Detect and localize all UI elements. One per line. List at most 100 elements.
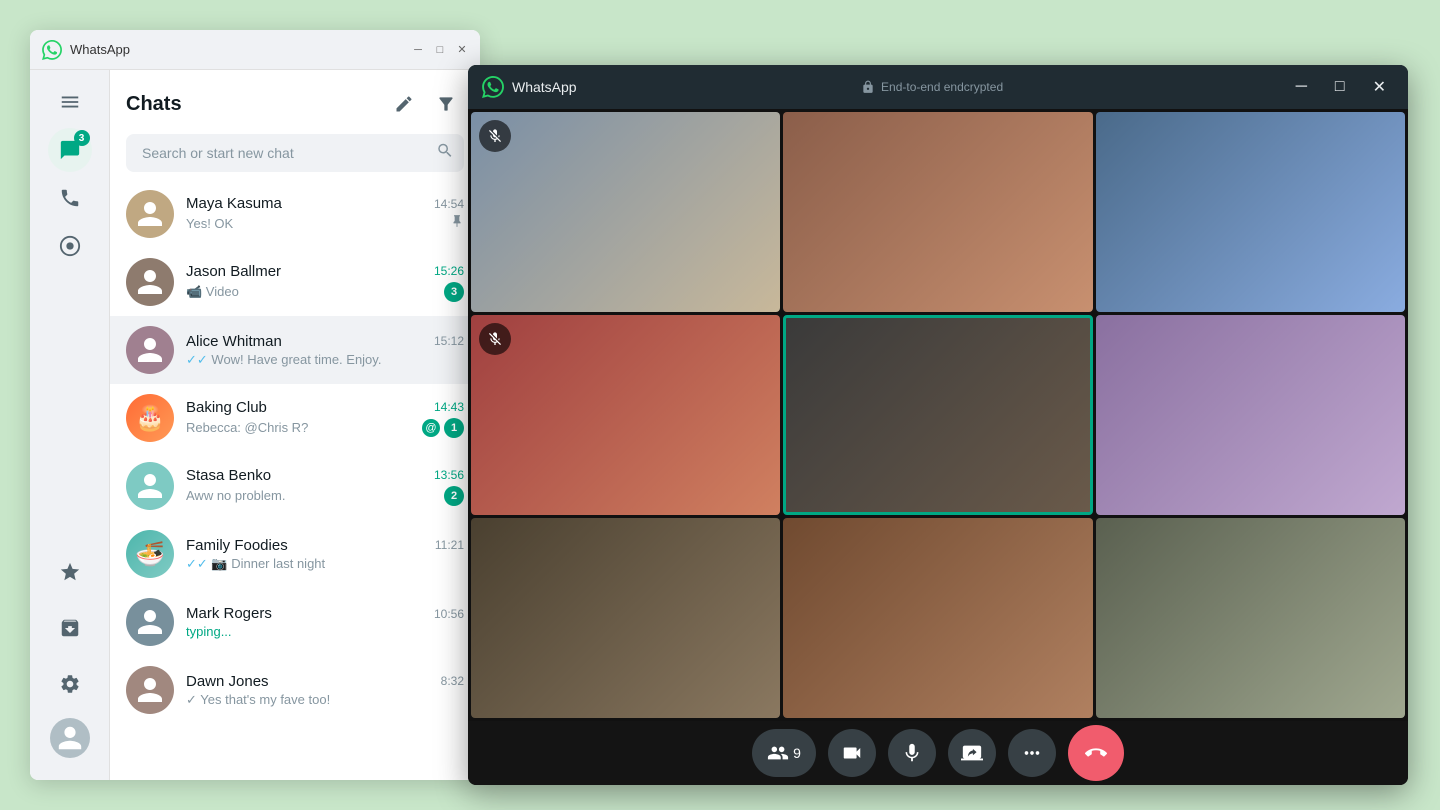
chat-item-family[interactable]: 🍜 Family Foodies 11:21 ✓✓ 📷 Dinner last … — [110, 520, 480, 588]
video-win-controls: ─ □ ✕ — [1288, 73, 1394, 101]
sidebar-bottom — [48, 550, 92, 770]
video-cell-1 — [471, 112, 780, 312]
chat-list: Maya Kasuma 14:54 Yes! OK — [110, 180, 480, 780]
chat-item-mark[interactable]: Mark Rogers 10:56 typing... — [110, 588, 480, 656]
more-options-btn[interactable] — [1008, 729, 1056, 777]
avatar-alice — [126, 326, 174, 374]
sidebar-archived-btn[interactable] — [48, 606, 92, 650]
chat-info-mark: Mark Rogers 10:56 typing... — [186, 605, 464, 639]
chat-item-dawn[interactable]: Dawn Jones 8:32 ✓ Yes that's my fave too… — [110, 656, 480, 724]
filter-icon — [436, 94, 456, 114]
muted-mic-icon-4 — [487, 331, 503, 347]
starred-icon — [59, 561, 81, 583]
video-icon — [841, 742, 863, 764]
chat-time-baking: 14:43 — [434, 400, 464, 414]
video-toggle-btn[interactable] — [828, 729, 876, 777]
chat-badges-stasa: 2 — [444, 486, 464, 506]
chat-info-maya: Maya Kasuma 14:54 Yes! OK — [186, 195, 464, 233]
video-cell-4 — [471, 315, 780, 515]
chat-name-alice: Alice Whitman — [186, 333, 282, 350]
chat-preview-family: ✓✓ 📷 Dinner last night — [186, 556, 464, 572]
mention-badge-baking: @ — [422, 419, 440, 437]
search-input[interactable] — [126, 134, 464, 172]
main-minimize-btn[interactable]: ─ — [412, 44, 424, 56]
mic-icon — [901, 742, 923, 764]
chat-item-jason[interactable]: Jason Ballmer 15:26 📹 Video 3 — [110, 248, 480, 316]
video-close-btn[interactable]: ✕ — [1365, 73, 1394, 101]
video-cell-8 — [783, 518, 1092, 718]
chat-item-stasa[interactable]: Stasa Benko 13:56 Aww no problem. 2 — [110, 452, 480, 520]
chat-item-baking[interactable]: 🎂 Baking Club 14:43 Rebecca: @Chris R? @… — [110, 384, 480, 452]
status-icon — [59, 235, 81, 257]
video-maximize-btn[interactable]: □ — [1327, 74, 1353, 100]
encryption-badge: End-to-end endcrypted — [861, 80, 1003, 94]
calls-icon — [59, 187, 81, 209]
user-avatar-icon — [56, 724, 84, 752]
avatar-stasa — [126, 462, 174, 510]
video-app-name: WhatsApp — [512, 79, 577, 95]
pin-icon — [450, 214, 464, 233]
header-icon-group — [386, 86, 464, 122]
chat-info-jason: Jason Ballmer 15:26 📹 Video 3 — [186, 263, 464, 302]
sidebar-starred-btn[interactable] — [48, 550, 92, 594]
chat-name-stasa: Stasa Benko — [186, 467, 271, 484]
chat-name-baking: Baking Club — [186, 399, 267, 416]
chat-time-dawn: 8:32 — [441, 674, 464, 688]
archived-icon — [59, 617, 81, 639]
filter-btn[interactable] — [428, 86, 464, 122]
mute-indicator-4 — [479, 323, 511, 355]
chat-badges-baking: @ 1 — [422, 418, 464, 438]
chat-preview-alice: ✓✓ Wow! Have great time. Enjoy. — [186, 352, 464, 368]
chat-time-family: 11:21 — [435, 538, 464, 552]
chat-time-alice: 15:12 — [434, 334, 464, 348]
video-controls-bar: 9 — [468, 721, 1408, 785]
sidebar-menu-btn[interactable] — [48, 80, 92, 124]
mic-toggle-btn[interactable] — [888, 729, 936, 777]
video-grid — [468, 109, 1408, 721]
new-chat-btn[interactable] — [386, 86, 422, 122]
chat-preview-dawn: ✓ Yes that's my fave too! — [186, 692, 464, 708]
chat-name-dawn: Dawn Jones — [186, 673, 269, 690]
video-cell-6 — [1096, 315, 1405, 515]
user-avatar-sidebar[interactable] — [50, 718, 90, 758]
video-whatsapp-logo — [482, 76, 504, 98]
video-cell-7 — [471, 518, 780, 718]
chat-name-family: Family Foodies — [186, 537, 288, 554]
chats-unread-badge: 3 — [74, 130, 90, 146]
main-maximize-btn[interactable]: □ — [434, 44, 446, 56]
sidebar-status-btn[interactable] — [48, 224, 92, 268]
search-icon — [436, 142, 454, 160]
chat-info-stasa: Stasa Benko 13:56 Aww no problem. 2 — [186, 467, 464, 506]
screen-share-btn[interactable] — [948, 729, 996, 777]
sidebar-chats-btn[interactable]: 3 — [48, 128, 92, 172]
unread-badge-stasa: 2 — [444, 486, 464, 506]
video-cell-9 — [1096, 518, 1405, 718]
chat-preview-baking: Rebecca: @Chris R? — [186, 420, 418, 435]
chat-item-maya[interactable]: Maya Kasuma 14:54 Yes! OK — [110, 180, 480, 248]
chat-info-dawn: Dawn Jones 8:32 ✓ Yes that's my fave too… — [186, 673, 464, 708]
chat-name-mark: Mark Rogers — [186, 605, 272, 622]
edit-icon — [394, 94, 414, 114]
chat-info-baking: Baking Club 14:43 Rebecca: @Chris R? @ 1 — [186, 399, 464, 438]
encryption-label: End-to-end endcrypted — [881, 80, 1003, 94]
main-window: WhatsApp ─ □ ✕ 3 — [30, 30, 480, 780]
main-close-btn[interactable]: ✕ — [456, 44, 468, 56]
sidebar-calls-btn[interactable] — [48, 176, 92, 220]
video-cell-5 — [783, 315, 1092, 515]
menu-icon — [59, 91, 81, 113]
chat-item-alice[interactable]: Alice Whitman 15:12 ✓✓ Wow! Have great t… — [110, 316, 480, 384]
chat-name-jason: Jason Ballmer — [186, 263, 281, 280]
video-call-window: WhatsApp End-to-end endcrypted ─ □ ✕ — [468, 65, 1408, 785]
chat-time-jason: 15:26 — [434, 264, 464, 278]
chat-preview-stasa: Aww no problem. — [186, 488, 440, 503]
avatar-family: 🍜 — [126, 530, 174, 578]
main-app-name: WhatsApp — [70, 42, 130, 57]
video-minimize-btn[interactable]: ─ — [1288, 74, 1315, 100]
sidebar-settings-btn[interactable] — [48, 662, 92, 706]
avatar-dawn — [126, 666, 174, 714]
main-title-bar: WhatsApp ─ □ ✕ — [30, 30, 480, 70]
participants-btn[interactable]: 9 — [752, 729, 816, 777]
chat-panel: Chats — [110, 70, 480, 780]
end-call-btn[interactable] — [1068, 725, 1124, 781]
chat-badges-jason: 3 — [444, 282, 464, 302]
